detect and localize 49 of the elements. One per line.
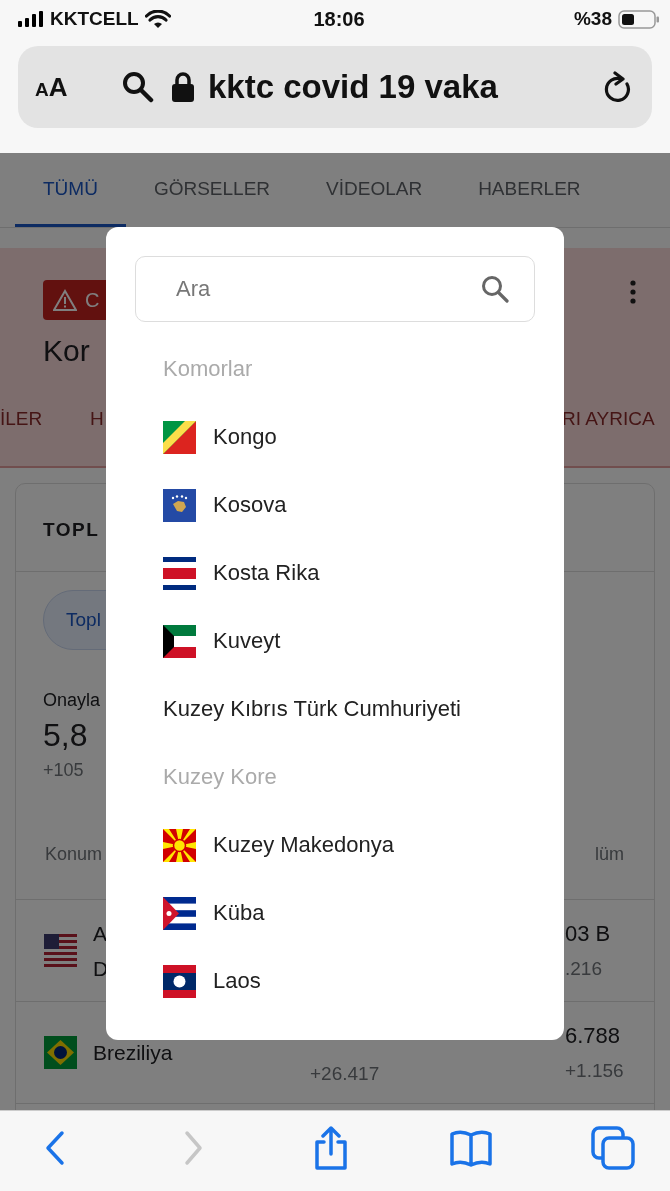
flag-icon xyxy=(163,964,196,998)
country-option[interactable]: Laos xyxy=(213,968,261,994)
text-size-button[interactable]: AA xyxy=(35,71,122,103)
country-option[interactable]: Kuzey Kıbrıs Türk Cumhuriyeti xyxy=(163,696,461,722)
country-option[interactable]: Kosova xyxy=(213,492,287,518)
column-header: lüm xyxy=(595,843,624,865)
flag-icon xyxy=(163,624,196,658)
wifi-icon xyxy=(144,9,171,29)
clock-time: 18:06 xyxy=(312,7,366,31)
country-option: Komorlar xyxy=(163,356,253,382)
country-option[interactable]: Küba xyxy=(213,900,265,926)
search-icon xyxy=(122,71,154,103)
book-icon[interactable] xyxy=(449,1128,493,1168)
badge-text: C xyxy=(85,288,100,312)
battery-icon xyxy=(618,9,660,29)
search-icon[interactable] xyxy=(481,275,509,303)
flag-icon xyxy=(163,896,196,930)
case-change: +26.417 xyxy=(310,1063,380,1084)
country-option[interactable]: Kuveyt xyxy=(213,628,281,654)
metric-label: Onayla xyxy=(43,690,101,711)
tabs-icon[interactable] xyxy=(591,1126,635,1170)
location-name: Breziliya xyxy=(93,1040,173,1066)
carrier-name: KKTCELL xyxy=(50,8,139,30)
flag-icon xyxy=(44,934,77,967)
country-option: Kuzey Kore xyxy=(163,764,277,790)
flag-icon xyxy=(163,420,196,454)
flag-icon xyxy=(163,828,196,862)
table-cell-text: 6.788 xyxy=(565,1021,622,1050)
more-icon[interactable] xyxy=(630,280,636,304)
location-name: A xyxy=(93,920,107,947)
battery-percent: %38 xyxy=(573,8,612,30)
flag-icon xyxy=(163,556,196,590)
metric-value: 5,8 xyxy=(43,717,88,754)
table-cell-text: +1.156 xyxy=(565,1058,625,1083)
flag-icon xyxy=(44,1036,77,1069)
lock-icon xyxy=(172,72,194,102)
metric-change: +105 xyxy=(43,760,84,781)
flag-icon xyxy=(163,488,196,522)
address-bar[interactable]: AA kktc covid 19 vaka xyxy=(18,46,652,128)
search-field[interactable]: Ara xyxy=(135,256,535,322)
table-cell-text: .216 xyxy=(565,956,603,981)
search-query: kktc covid 19 vaka xyxy=(208,68,499,106)
country-option[interactable]: Kuzey Makedonya xyxy=(213,832,394,858)
country-option[interactable]: Kongo xyxy=(213,424,277,450)
table-cell-text: 03 B xyxy=(565,919,612,948)
signal-icon xyxy=(18,11,44,27)
reload-icon[interactable] xyxy=(602,71,632,103)
column-header: Konum xyxy=(45,843,103,865)
warning-icon xyxy=(53,289,77,311)
